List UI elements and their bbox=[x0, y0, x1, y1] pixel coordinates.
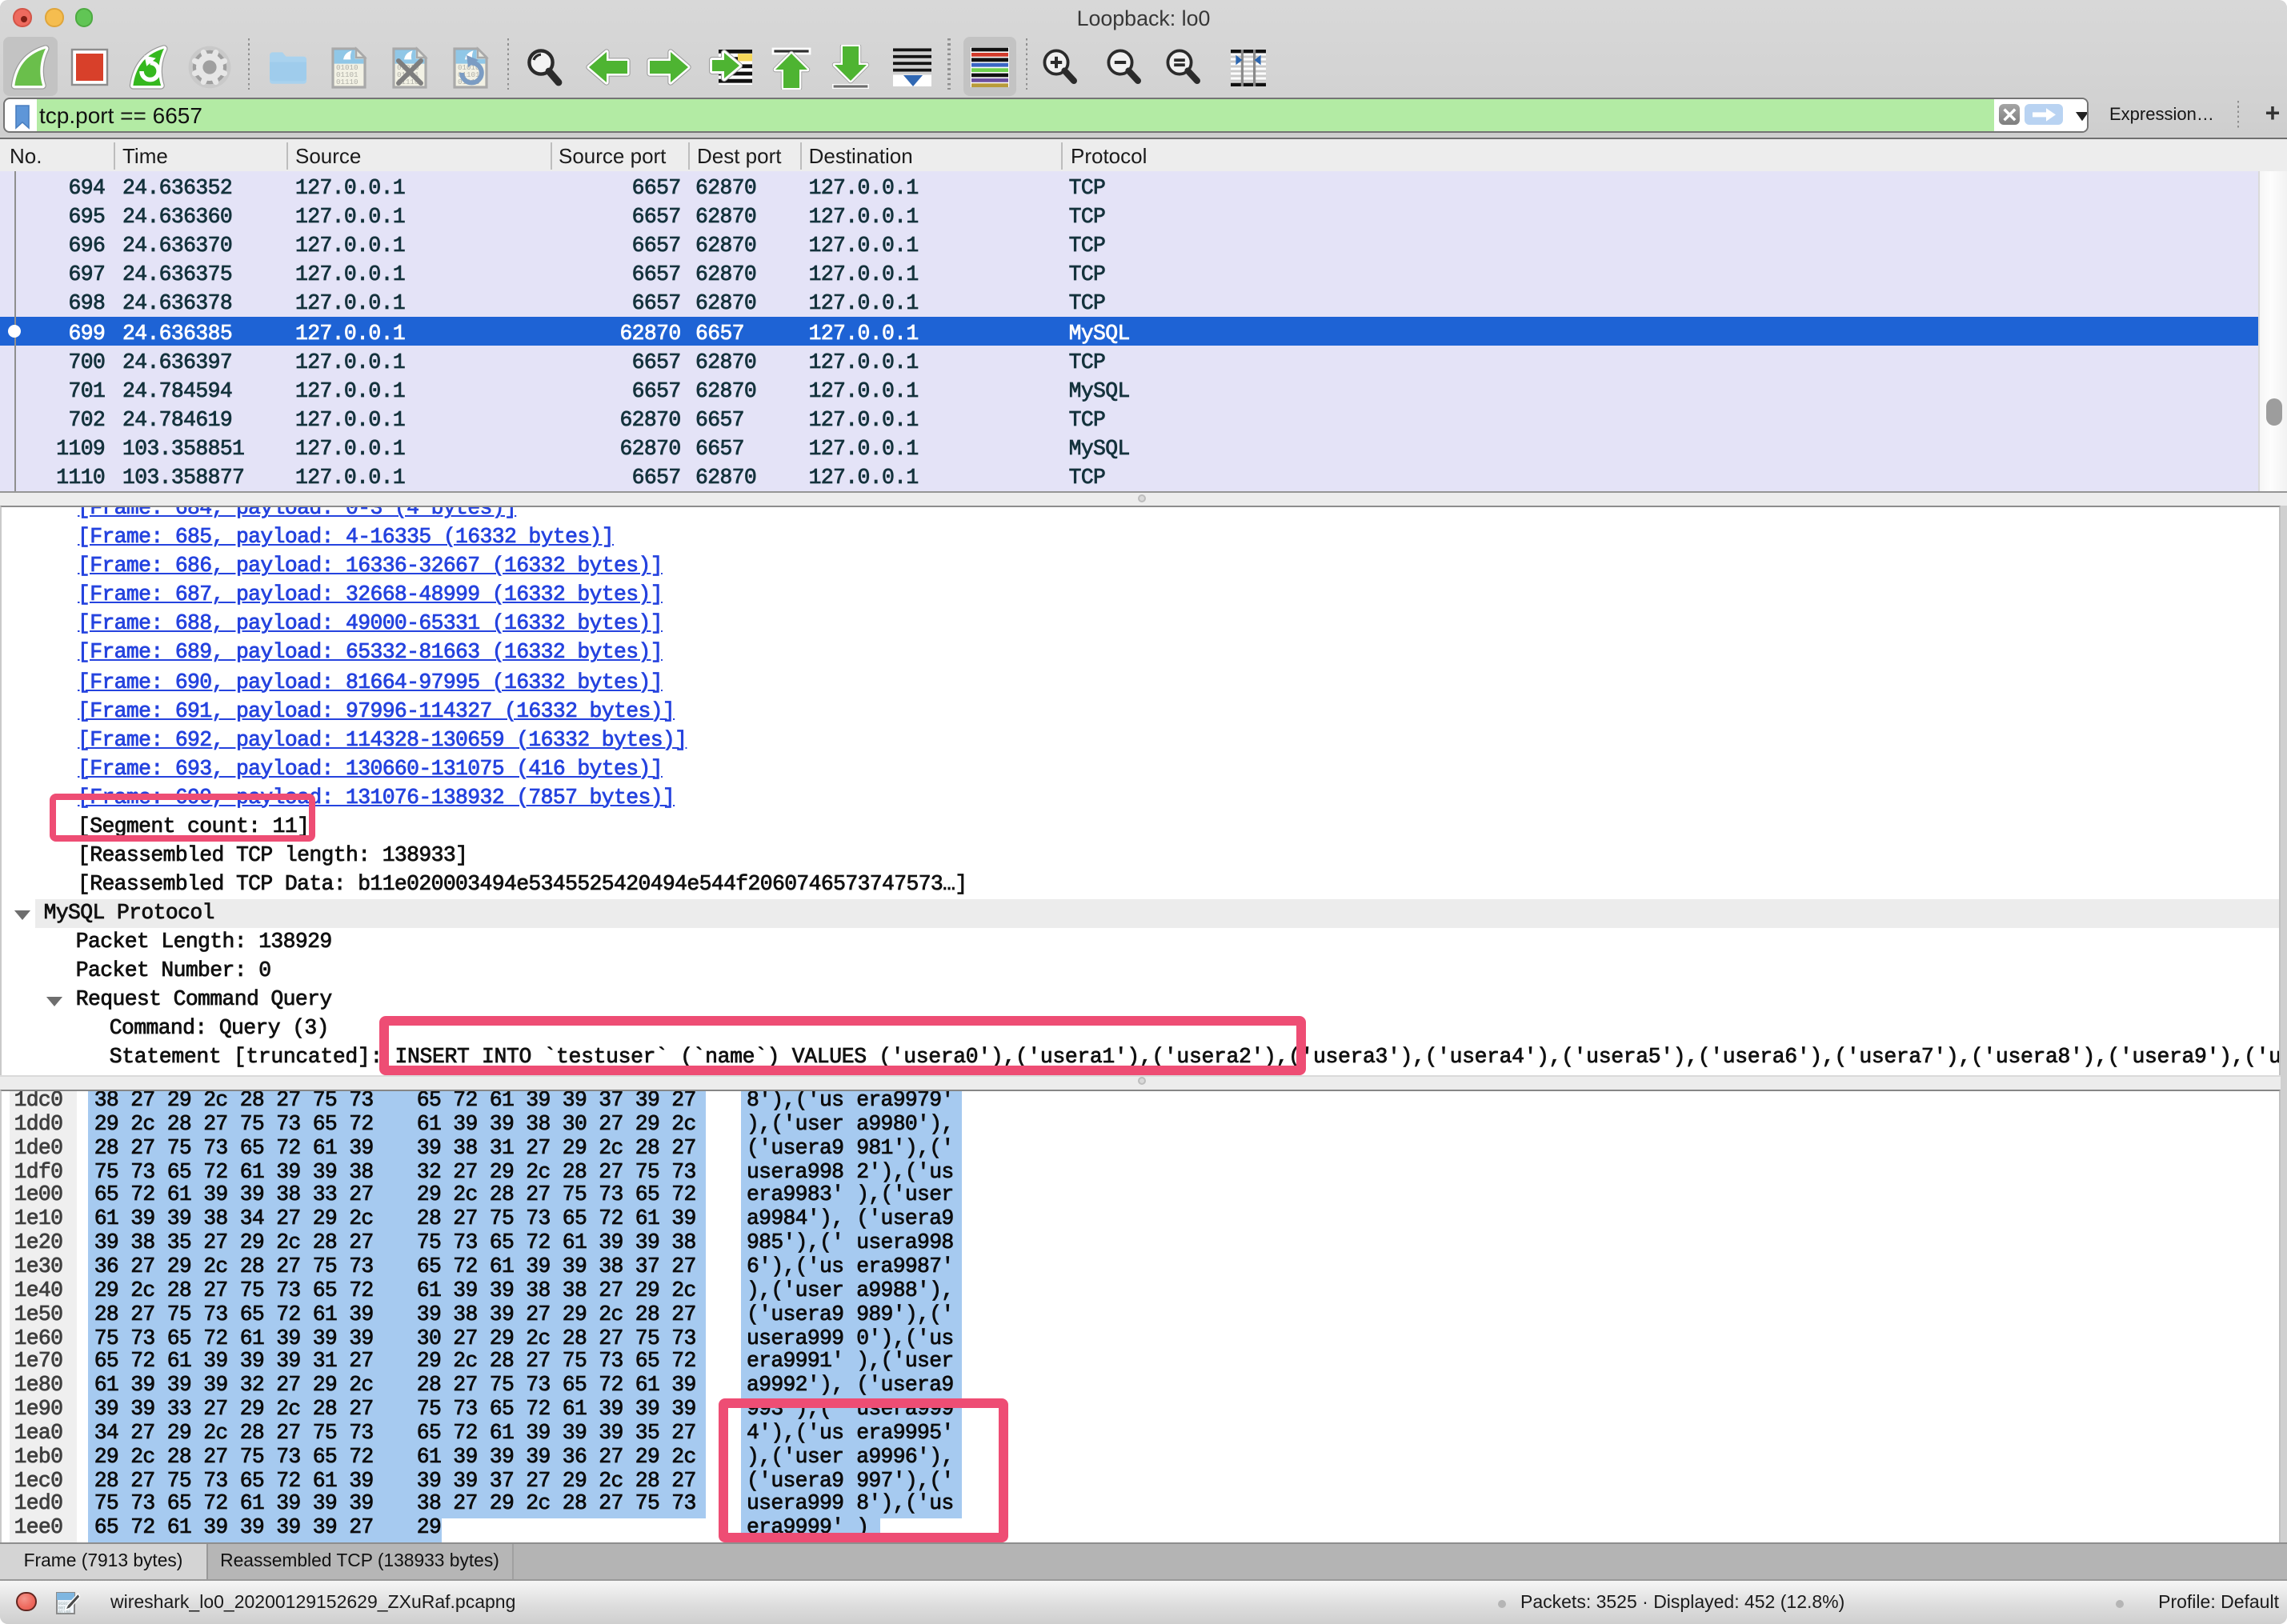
svg-text:01110: 01110 bbox=[335, 77, 358, 86]
